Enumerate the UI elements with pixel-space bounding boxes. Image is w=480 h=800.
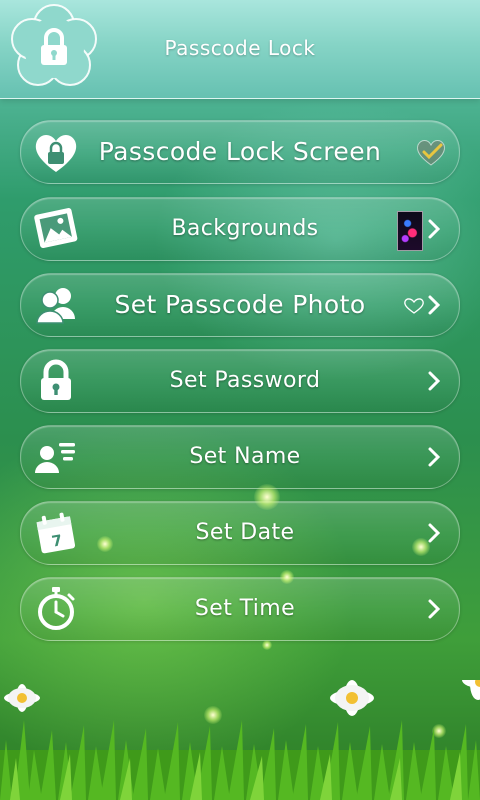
sparkle [97, 536, 113, 552]
menu-item-set-date[interactable]: 7 Set Date [20, 501, 460, 565]
users-icon [36, 288, 75, 324]
sparkle [262, 640, 272, 650]
menu-label: Set Date [195, 520, 295, 545]
chevron-right-icon [428, 523, 441, 543]
background-thumbnail [397, 211, 423, 251]
chevron-right-icon [428, 295, 441, 315]
menu-label: Passcode Lock Screen [98, 137, 382, 166]
menu-item-set-passcode-photo[interactable]: Set Passcode Photo [20, 273, 460, 337]
grass-decoration [0, 680, 480, 800]
menu-label: Set Passcode Photo [114, 290, 366, 319]
sparkle [412, 538, 430, 556]
menu-item-set-password[interactable]: Set Password [20, 349, 460, 413]
menu-label: Set Name [189, 444, 301, 469]
image-icon [34, 208, 78, 249]
user-card-icon [35, 443, 75, 473]
daisy-center [330, 680, 374, 716]
menu-label: Set Password [169, 368, 321, 393]
sparkle [254, 484, 280, 510]
stopwatch-icon [38, 587, 75, 630]
app-header: Passcode Lock [0, 0, 480, 99]
menu-label: Set Time [194, 596, 296, 621]
page-title: Passcode Lock [164, 36, 316, 60]
heart-outline-icon [404, 298, 424, 314]
menu-item-passcode-lock-screen[interactable]: Passcode Lock Screen [20, 120, 460, 184]
sparkle [280, 570, 294, 584]
daisy-right [462, 680, 480, 700]
chevron-right-icon [428, 599, 441, 619]
lock-icon [41, 359, 71, 400]
menu-item-set-time[interactable]: Set Time [20, 577, 460, 641]
menu-label: Backgrounds [171, 216, 319, 241]
chevron-right-icon [428, 219, 441, 239]
daisy-left [4, 684, 40, 712]
chevron-right-icon [428, 371, 441, 391]
menu-item-set-name[interactable]: Set Name [20, 425, 460, 489]
heart-lock-icon [35, 135, 77, 172]
calendar-icon: 7 [36, 512, 76, 554]
check-icon[interactable] [415, 137, 447, 167]
chevron-right-icon [428, 447, 441, 467]
menu-item-backgrounds[interactable]: Backgrounds [20, 197, 460, 261]
